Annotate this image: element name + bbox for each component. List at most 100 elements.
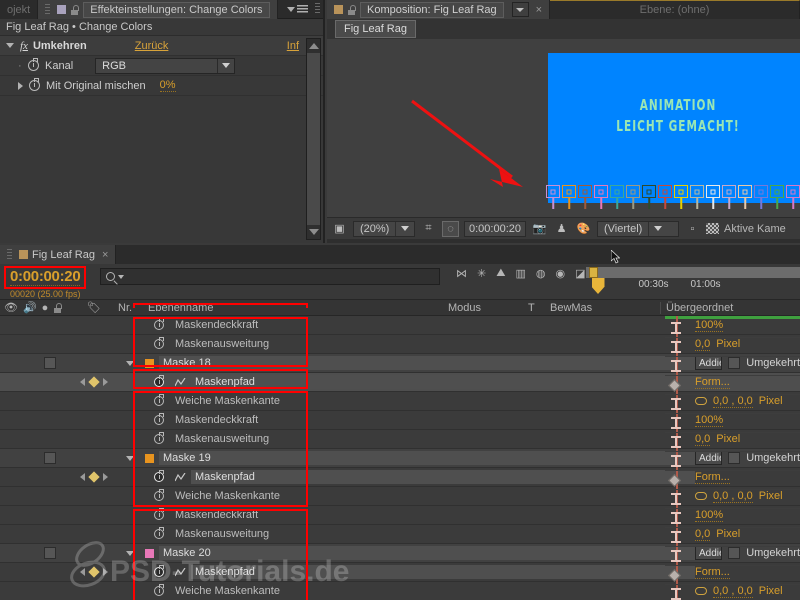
disclosure-triangle-icon-2[interactable]	[18, 81, 23, 90]
layer-bar-marker[interactable]	[671, 531, 682, 543]
row-name-cell[interactable]: Maskenpfad	[118, 470, 695, 484]
mask-swatch[interactable]	[610, 185, 624, 198]
mask-swatch[interactable]	[690, 185, 704, 198]
mask-swatch[interactable]	[786, 185, 800, 198]
previous-keyframe-icon[interactable]	[80, 378, 85, 386]
stopwatch-icon[interactable]	[154, 527, 164, 539]
mask-swatch[interactable]	[706, 185, 720, 198]
ruler-workarea[interactable]	[585, 267, 800, 278]
column-uebergeordnet[interactable]: Übergeordnet	[660, 301, 800, 314]
row-name-cell[interactable]: Weiche Maskenkante	[118, 394, 695, 407]
toggle-view-icon[interactable]: ▫	[684, 221, 701, 237]
stopwatch-icon[interactable]	[154, 584, 164, 596]
search-input[interactable]	[100, 268, 440, 285]
previous-keyframe-icon[interactable]	[80, 473, 85, 481]
keyframe-navigator[interactable]	[70, 471, 118, 483]
mask-swatch[interactable]	[578, 185, 592, 198]
stopwatch-icon[interactable]	[28, 58, 39, 71]
column-modus[interactable]: Modus	[448, 302, 528, 314]
row-name-cell[interactable]: Maske 18	[118, 356, 695, 370]
mask-visibility-checkbox[interactable]	[44, 357, 56, 369]
mask-swatch[interactable]	[626, 185, 640, 198]
stopwatch-active-icon[interactable]	[154, 470, 164, 482]
track-row[interactable]	[665, 547, 800, 566]
lock-icon-2[interactable]	[347, 4, 356, 15]
audio-icon[interactable]: 🔊	[23, 301, 37, 314]
row-name-cell[interactable]: Weiche Maskenkante	[118, 584, 695, 597]
track-row[interactable]	[665, 452, 800, 471]
effect-controls-panel-menu[interactable]	[281, 0, 314, 18]
stopwatch-icon[interactable]	[154, 394, 164, 406]
mask-swatch[interactable]	[642, 185, 656, 198]
row-name-cell[interactable]: Maskendeckkraft	[118, 413, 695, 426]
layer-bar-marker[interactable]	[671, 360, 682, 372]
row-name-cell[interactable]: Maskendeckkraft	[118, 318, 695, 331]
mask-swatch[interactable]	[754, 185, 768, 198]
scroll-up-icon[interactable]	[307, 39, 320, 53]
stopwatch-icon[interactable]	[154, 489, 164, 501]
stopwatch-icon-2[interactable]	[29, 78, 40, 91]
add-keyframe-icon[interactable]	[88, 566, 100, 578]
next-keyframe-icon[interactable]	[103, 473, 108, 481]
track-row[interactable]	[665, 471, 800, 490]
resolution-select[interactable]: (Viertel)	[597, 220, 679, 237]
tab-composition[interactable]: Komposition: Fig Leaf Rag ×	[327, 0, 551, 19]
add-keyframe-icon[interactable]	[88, 471, 100, 483]
mask-swatch[interactable]	[674, 185, 688, 198]
effect-controls-scrollbar[interactable]	[306, 38, 321, 240]
stopwatch-icon[interactable]	[154, 508, 164, 520]
mask-shape-icon[interactable]: ◌	[442, 220, 459, 237]
mask-swatch-strip[interactable]	[546, 185, 800, 205]
track-row[interactable]	[665, 395, 800, 414]
tab-layer[interactable]: Ebene: (ohne)	[550, 0, 800, 19]
mask-swatch[interactable]	[546, 185, 560, 198]
stopwatch-active-icon[interactable]	[154, 375, 164, 387]
add-keyframe-icon[interactable]	[88, 376, 100, 388]
shy-icon[interactable]: ⋈	[456, 267, 467, 280]
channel-icon[interactable]: 🎨	[575, 221, 592, 237]
row-name-cell[interactable]: Maskenpfad	[118, 565, 695, 579]
grid-icon[interactable]: ▣	[331, 221, 348, 237]
solo-icon[interactable]: ●	[42, 302, 49, 314]
mask-color-swatch[interactable]	[145, 358, 154, 368]
mask-swatch[interactable]	[562, 185, 576, 198]
zoom-select[interactable]: (20%)	[353, 220, 415, 237]
layer-bar-marker[interactable]	[671, 512, 682, 524]
disclosure-triangle-icon[interactable]	[126, 360, 134, 366]
transparency-grid-icon[interactable]	[706, 223, 719, 234]
stopwatch-icon[interactable]	[154, 432, 164, 444]
track-row[interactable]	[665, 490, 800, 509]
row-name-cell[interactable]: Maskenausweitung	[118, 527, 695, 540]
tab-timeline-comp[interactable]: Fig Leaf Rag ×	[0, 245, 117, 264]
row-name-cell[interactable]: Maskenausweitung	[118, 337, 695, 350]
effect-header-row[interactable]: fx Umkehren Zurück Inf	[0, 36, 323, 56]
next-keyframe-icon[interactable]	[103, 378, 108, 386]
work-area-start-handle[interactable]	[588, 267, 598, 278]
info-link[interactable]: Inf	[287, 40, 299, 52]
snapshot-icon[interactable]: 📷	[531, 221, 548, 237]
composition-stage[interactable]: ANIMATION LEICHT GEMACHT!	[327, 39, 800, 217]
keyframe-navigator[interactable]	[70, 566, 118, 578]
stopwatch-icon[interactable]	[154, 318, 164, 330]
mask-swatch[interactable]	[770, 185, 784, 198]
track-row[interactable]	[665, 509, 800, 528]
graph-editor-icon[interactable]: ◪	[575, 267, 585, 280]
track-row[interactable]	[665, 376, 800, 395]
layer-bar-marker[interactable]	[671, 550, 682, 562]
frame-blending-icon[interactable]: ◍	[536, 267, 546, 280]
mask-swatch[interactable]	[594, 185, 608, 198]
tab-projekt[interactable]: ojekt	[0, 0, 39, 19]
column-bewmas[interactable]: BewMas	[550, 302, 660, 314]
keyframe-marker[interactable]	[668, 379, 681, 392]
eye-icon[interactable]: 👁	[4, 301, 18, 314]
track-row[interactable]	[665, 528, 800, 547]
keyframe-marker[interactable]	[668, 569, 681, 582]
scroll-down-icon[interactable]	[307, 225, 320, 239]
row-name-cell[interactable]: Maskenausweitung	[118, 432, 695, 445]
show-snapshot-icon[interactable]: ♟	[553, 221, 570, 237]
layer-bar-marker[interactable]	[671, 455, 682, 467]
close-icon-2[interactable]: ×	[99, 249, 108, 261]
column-nr[interactable]: Nr.	[118, 302, 148, 314]
lock-icon[interactable]	[70, 4, 79, 15]
disclosure-triangle-icon[interactable]	[126, 550, 134, 556]
